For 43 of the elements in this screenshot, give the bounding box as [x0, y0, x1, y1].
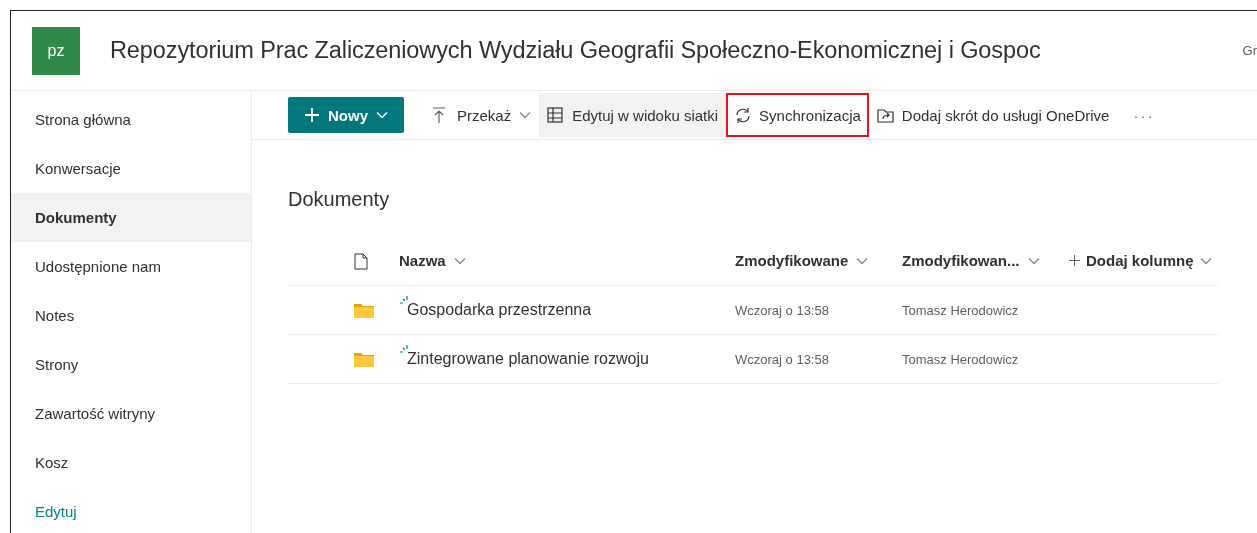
new-button[interactable]: Nowy: [288, 97, 404, 133]
modified-date: Wczoraj o 13:58: [735, 352, 829, 367]
chevron-down-icon: [453, 256, 466, 265]
folder-name[interactable]: Gospodarka przestrzenna: [407, 301, 592, 319]
shortcut-button[interactable]: Dodaj skrót do usługi OneDrive: [868, 93, 1118, 137]
sync-icon: [734, 106, 752, 124]
modified-date: Wczoraj o 13:58: [735, 303, 829, 318]
sidebar-item[interactable]: Udostępnione nam: [11, 242, 251, 291]
modified-by: Tomasz Herodowicz: [902, 303, 1019, 318]
column-header[interactable]: Zmodyfikowane: [735, 252, 869, 269]
column-header[interactable]: Zmodyfikowan...: [902, 252, 1040, 269]
folder-icon: [354, 302, 374, 318]
chevron-down-icon: [1027, 256, 1040, 265]
add-column-button[interactable]: Dodaj kolumnę: [1069, 252, 1212, 269]
grid-icon: [547, 106, 565, 124]
more-button[interactable]: ···: [1125, 93, 1163, 137]
sidebar-item[interactable]: Konwersacje: [11, 144, 251, 193]
folder-name[interactable]: Zintegrowane planowanie rozwoju: [407, 350, 649, 368]
file-icon: [354, 252, 368, 270]
chevron-down-icon: [519, 111, 532, 119]
plus-icon: [304, 107, 320, 123]
folder-icon: [354, 351, 374, 367]
site-logo[interactable]: pz: [32, 26, 80, 75]
chevron-down-icon: [376, 111, 388, 119]
chevron-down-icon: [856, 256, 869, 265]
header-text: Gr: [1241, 43, 1257, 58]
site-title[interactable]: Repozytorium Prac Zaliczeniowych Wydziału Geografii Społeczno-Ekonomicznej i Gospoc: [110, 37, 1041, 64]
sidebar-item[interactable]: Zawartość witryny: [11, 389, 251, 438]
folder-shortcut-icon: [876, 106, 894, 124]
plus-icon: [1069, 255, 1080, 266]
sidebar-item[interactable]: Kosz: [11, 438, 251, 487]
library-title: Dokumenty: [288, 188, 391, 211]
sidebar-item[interactable]: Dokumenty: [11, 193, 251, 242]
modified-by: Tomasz Herodowicz: [902, 352, 1019, 367]
grid-button[interactable]: Edytuj w widoku siatki: [539, 93, 727, 137]
upload-button[interactable]: Przekaż: [424, 93, 540, 137]
sync-button[interactable]: Synchronizacja: [726, 93, 869, 137]
sidebar-item[interactable]: Strony: [11, 340, 251, 389]
sidebar-item[interactable]: Notes: [11, 291, 251, 340]
column-header[interactable]: Nazwa: [399, 252, 466, 269]
edit-link[interactable]: Edytuj: [11, 487, 251, 533]
sidebar-item[interactable]: Strona główna: [11, 95, 251, 144]
chevron-down-icon: [1199, 256, 1212, 265]
